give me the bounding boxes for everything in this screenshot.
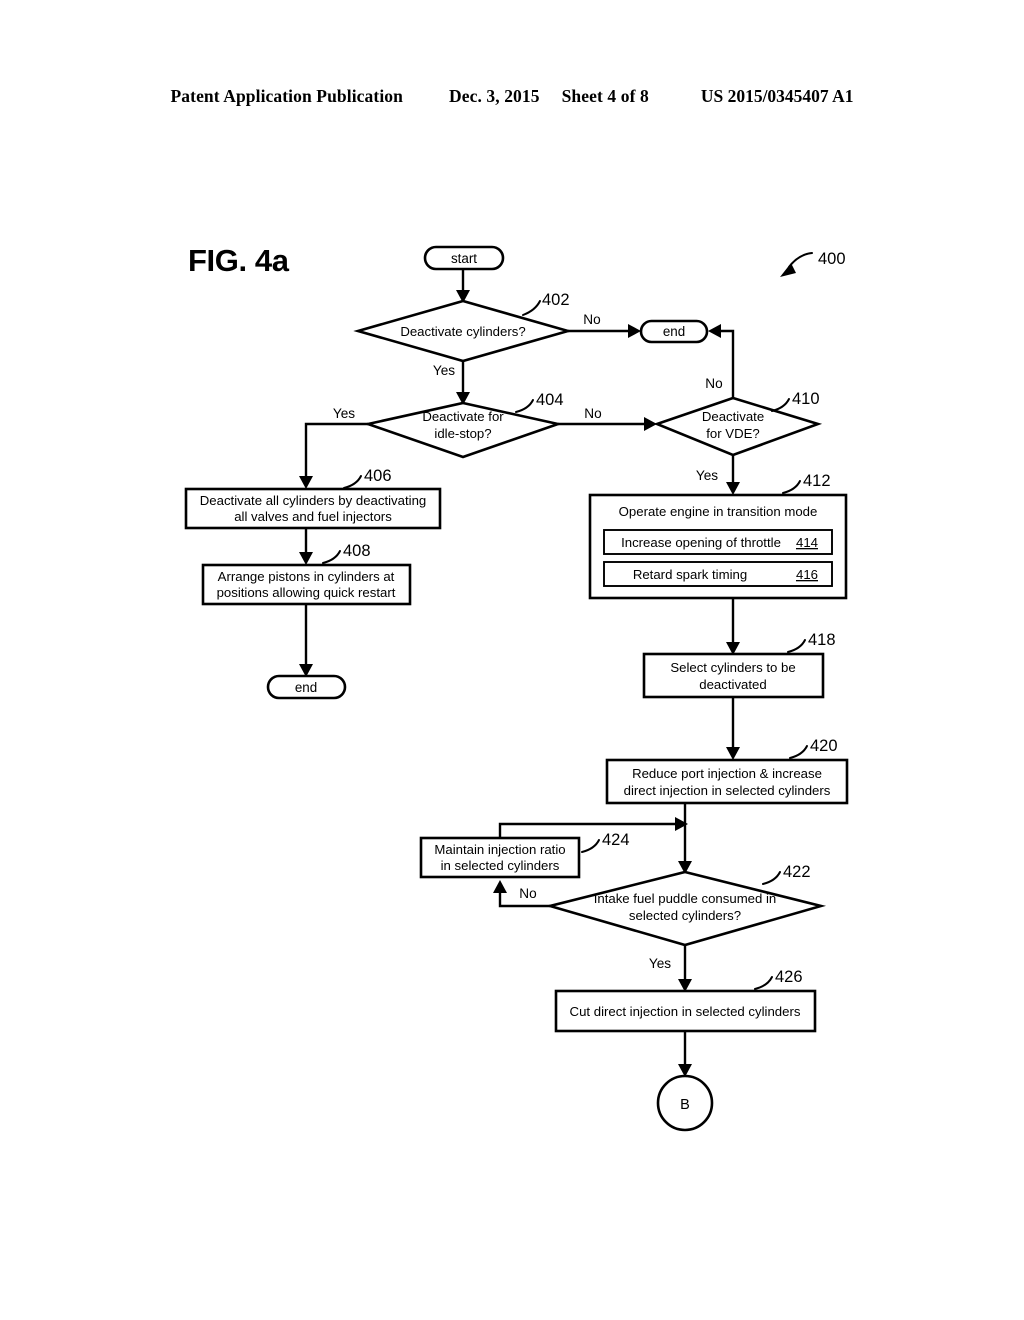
node-402-label: Deactivate cylinders? — [400, 324, 525, 339]
edge-label-402-no: No — [583, 312, 600, 327]
node-424-label-line2: in selected cylinders — [441, 858, 560, 873]
edge-label-422-yes: Yes — [649, 956, 671, 971]
edge-404-no-to-410: No — [558, 406, 657, 431]
node-422-label-line2: selected cylinders? — [629, 908, 741, 923]
edge-422-no-to-424: No — [493, 880, 550, 908]
edge-418-to-420 — [726, 697, 740, 760]
node-decision-404: Deactivate for idle-stop? 404 — [363, 391, 564, 459]
node-414-label: Increase opening of throttle — [621, 535, 781, 550]
node-decision-410: Deactivate for VDE? 410 — [653, 390, 823, 457]
edge-402-yes-to-404: Yes — [433, 361, 470, 405]
node-start-label: start — [451, 251, 477, 266]
ref-number-422: 422 — [783, 863, 811, 881]
node-416-label: Retard spark timing — [633, 567, 747, 582]
edge-label-404-no: No — [584, 406, 601, 421]
ref-number-418: 418 — [808, 631, 836, 649]
edge-label-410-yes: Yes — [696, 468, 718, 483]
ref-number-404: 404 — [536, 391, 564, 409]
node-connector-b: B — [656, 1074, 714, 1132]
node-decision-402: Deactivate cylinders? 402 — [353, 291, 573, 363]
edge-426-to-connector-b — [678, 1031, 692, 1077]
edge-412-to-418 — [726, 598, 740, 655]
node-420-label-line1: Reduce port injection & increase — [632, 766, 822, 781]
node-end-top: end — [639, 319, 709, 344]
edge-410-yes-to-412: Yes — [696, 455, 740, 495]
ref-number-408: 408 — [343, 542, 371, 560]
node-process-412: Operate engine in transition mode Increa… — [588, 472, 848, 600]
ref-number-400: 400 — [818, 250, 846, 268]
node-process-406: Deactivate all cylinders by deactivating… — [184, 467, 442, 530]
edge-label-422-no: No — [519, 886, 536, 901]
node-end-top-label: end — [663, 324, 685, 339]
edge-422-yes-to-426: Yes — [649, 945, 692, 992]
node-422-label-line1: Intake fuel puddle consumed in — [594, 891, 777, 906]
diagram-ref-400: 400 — [780, 250, 846, 277]
ref-number-406: 406 — [364, 467, 392, 485]
node-process-424: Maintain injection ratio in selected cyl… — [419, 831, 630, 879]
ref-number-424: 424 — [602, 831, 630, 849]
node-418-label-line1: Select cylinders to be — [670, 660, 795, 675]
node-404-label-line1: Deactivate for — [422, 409, 504, 424]
ref-number-402: 402 — [542, 291, 570, 309]
patent-page: Patent Application Publication Dec. 3, 2… — [0, 0, 1024, 1320]
edge-424-to-main-line — [498, 817, 688, 838]
ref-number-412: 412 — [803, 472, 831, 490]
edge-label-404-yes: Yes — [333, 406, 355, 421]
node-410-label-line1: Deactivate — [702, 409, 764, 424]
node-410-label-line2: for VDE? — [706, 426, 760, 441]
node-end-left-label: end — [295, 680, 317, 695]
node-process-416: Retard spark timing 416 — [603, 561, 833, 587]
node-process-414: Increase opening of throttle 414 — [603, 529, 833, 555]
edge-420-to-422 — [678, 803, 692, 874]
node-424-label-line1: Maintain injection ratio — [434, 842, 565, 857]
node-process-418: Select cylinders to be deactivated 418 — [642, 631, 836, 699]
node-end-left: end — [266, 674, 347, 700]
flowchart-diagram: 400 start Deactivate cylinders? 402 No e… — [184, 245, 849, 1132]
node-406-label-line2: all valves and fuel injectors — [234, 509, 392, 524]
edge-402-no-to-end: No — [568, 312, 641, 338]
edge-410-no-to-end: No — [705, 324, 735, 398]
node-426-label: Cut direct injection in selected cylinde… — [570, 1004, 801, 1019]
edge-label-402-yes: Yes — [433, 363, 455, 378]
node-418-label-line2: deactivated — [699, 677, 766, 692]
edge-406-to-408 — [299, 528, 313, 565]
node-406-label-line1: Deactivate all cylinders by deactivating — [200, 493, 427, 508]
node-process-420: Reduce port injection & increase direct … — [605, 737, 849, 805]
node-404-label-line2: idle-stop? — [434, 426, 491, 441]
ref-number-414: 414 — [796, 535, 818, 550]
edge-404-yes-to-406: Yes — [299, 406, 368, 489]
edge-408-to-end-left — [299, 604, 313, 677]
edge-label-410-no: No — [705, 376, 722, 391]
node-420-label-line2: direct injection in selected cylinders — [624, 783, 831, 798]
node-408-label-line2: positions allowing quick restart — [217, 585, 396, 600]
node-connector-b-label: B — [680, 1097, 690, 1113]
node-412-title: Operate engine in transition mode — [619, 504, 818, 519]
ref-number-416: 416 — [796, 567, 818, 582]
node-408-label-line1: Arrange pistons in cylinders at — [218, 569, 395, 584]
node-decision-422: Intake fuel puddle consumed in selected … — [545, 863, 827, 947]
edge-start-to-402 — [456, 269, 470, 303]
ref-number-426: 426 — [775, 968, 803, 986]
ref-number-410: 410 — [792, 390, 820, 408]
node-start: start — [423, 245, 505, 271]
ref-number-420: 420 — [810, 737, 838, 755]
